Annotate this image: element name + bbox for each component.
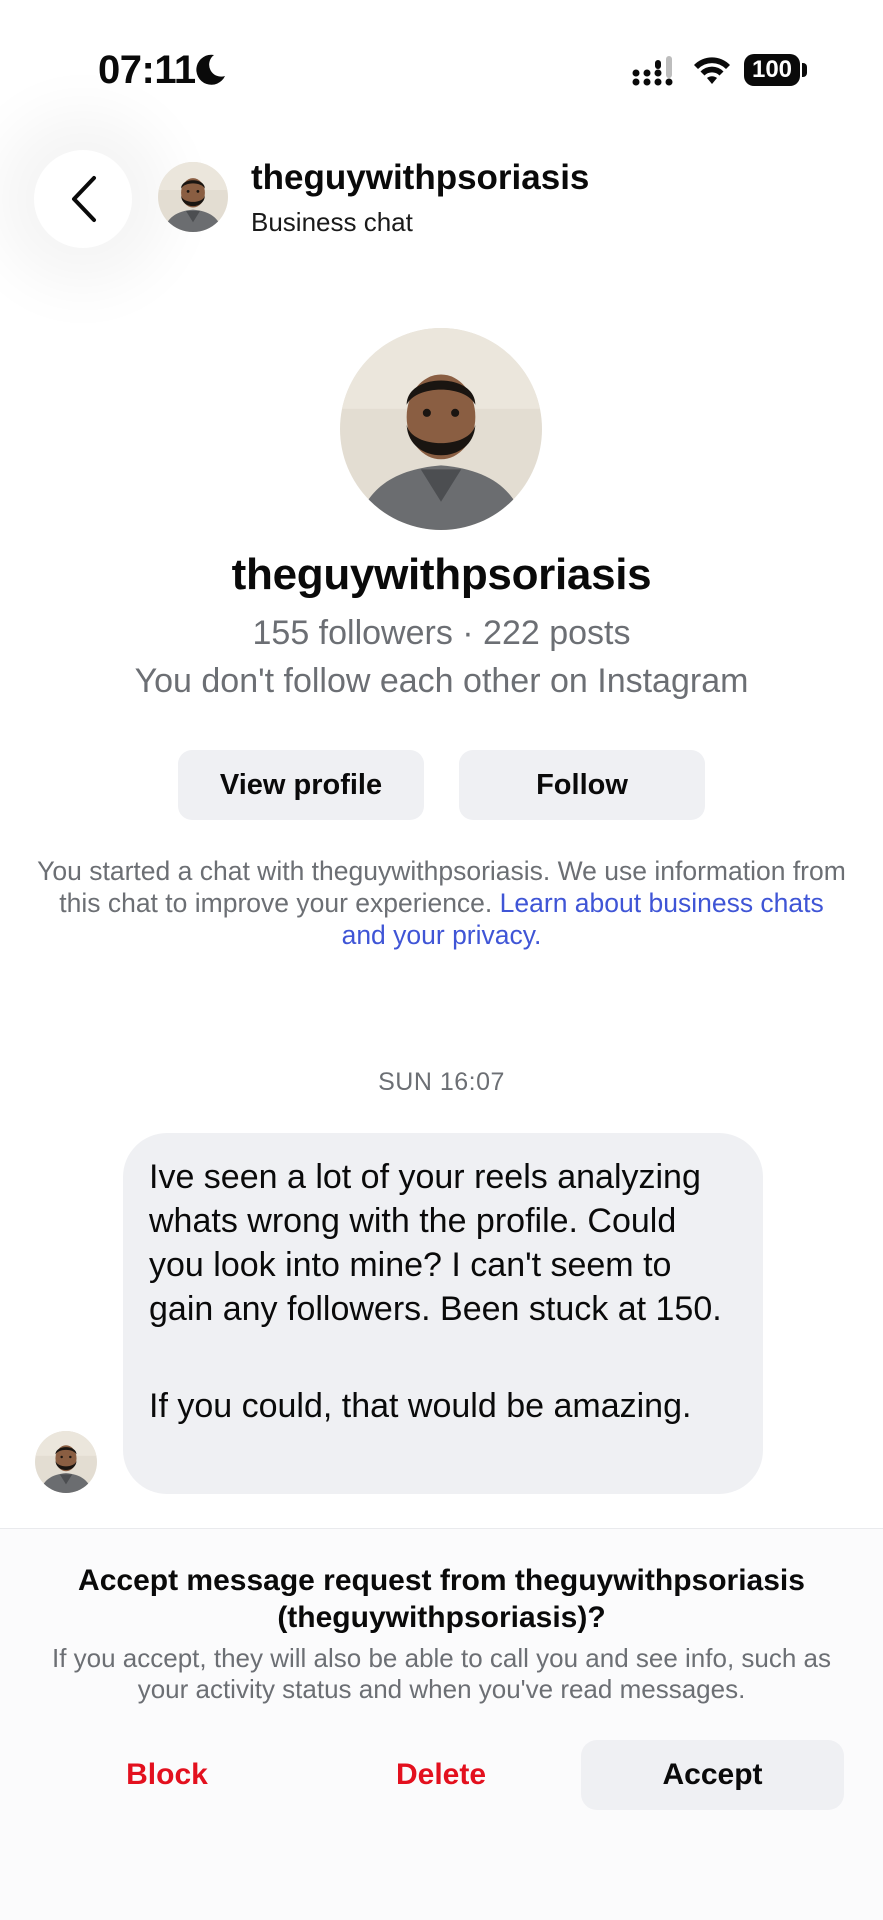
view-profile-button[interactable]: View profile: [178, 750, 424, 820]
battery-icon: 100: [744, 54, 800, 86]
profile-stats: 155 followers · 222 posts: [252, 614, 631, 652]
follow-button[interactable]: Follow: [459, 750, 705, 820]
wifi-icon: [694, 57, 730, 84]
header-subtitle: Business chat: [251, 207, 413, 237]
profile-name: theguywithpsoriasis: [231, 550, 652, 599]
request-title: Accept message request from theguywithps…: [78, 1564, 805, 1634]
profile-relation: You don't follow each other on Instagram: [134, 662, 749, 700]
chevron-left-icon: [72, 176, 96, 222]
delete-button[interactable]: Delete: [310, 1740, 572, 1810]
moon-icon: [196, 54, 225, 85]
accept-button[interactable]: Accept: [581, 1740, 844, 1810]
message-text-part2: If you could, that would be amazing.: [149, 1387, 692, 1425]
sender-avatar[interactable]: [35, 1431, 97, 1493]
battery-tip: [802, 63, 807, 77]
status-time: 07:11: [98, 48, 196, 92]
block-button[interactable]: Block: [36, 1740, 298, 1810]
header-avatar[interactable]: [158, 162, 228, 232]
profile-avatar[interactable]: [340, 328, 542, 530]
request-info: If you accept, they will also be able to…: [51, 1643, 831, 1704]
business-chat-notice: You started a chat with theguywithpsoria…: [36, 855, 847, 951]
battery-level: 100: [751, 56, 793, 83]
message-text-part1: Ive seen a lot of your reels analyzing w…: [149, 1158, 722, 1328]
signal-icon: [632, 56, 673, 86]
message-bubble[interactable]: Ive seen a lot of your reels analyzing w…: [123, 1133, 763, 1494]
back-button[interactable]: [34, 150, 132, 248]
header-username[interactable]: theguywithpsoriasis: [251, 158, 589, 198]
message-timestamp: SUN 16:07: [378, 1068, 505, 1096]
